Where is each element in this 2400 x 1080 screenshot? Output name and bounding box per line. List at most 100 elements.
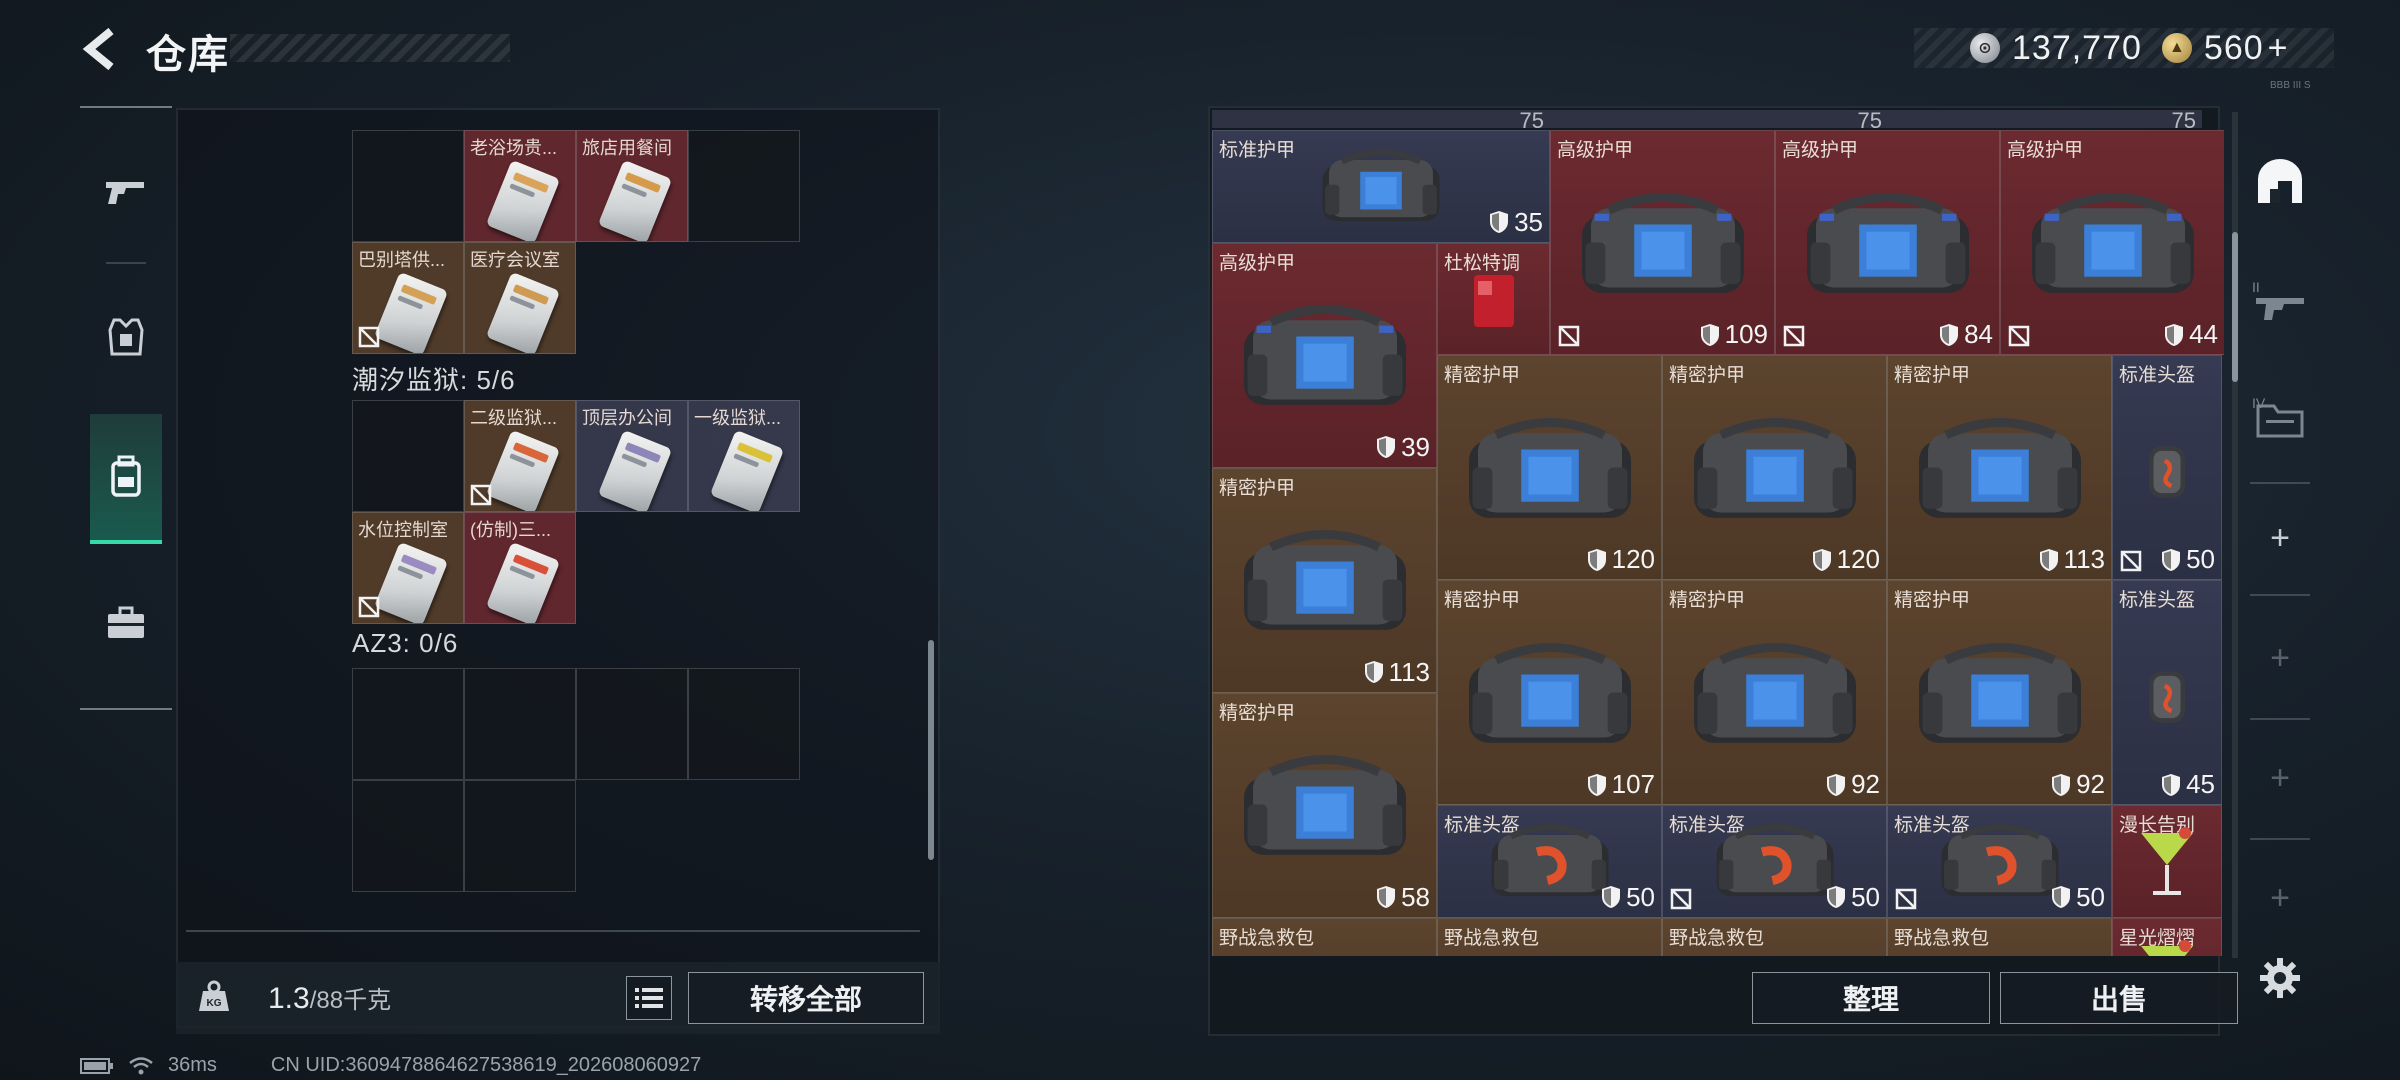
stash-item[interactable]: 杜松特调 xyxy=(1437,242,1550,355)
stash-item[interactable]: 野战急救包 xyxy=(1437,917,1662,956)
silver-coin-icon: ⊙ xyxy=(1970,33,2000,63)
left-panel-scrollbar[interactable] xyxy=(928,640,934,860)
stash-item[interactable]: 标准头盔 50 xyxy=(1662,805,1887,918)
empty-slot[interactable] xyxy=(688,130,800,242)
item-name: 精密护甲 xyxy=(1669,365,1746,386)
category-armor-tab[interactable] xyxy=(90,272,162,402)
stash-item[interactable]: 精密护甲 113 xyxy=(1212,467,1437,693)
durability-shield-icon xyxy=(1602,886,1621,908)
durability-shield-icon xyxy=(1587,773,1606,796)
stash-tab-weapons[interactable]: II xyxy=(2248,268,2312,332)
wifi-icon xyxy=(129,1056,153,1074)
stash-item[interactable]: 标准头盔 45 xyxy=(2112,580,2222,805)
stash-item[interactable]: 标准头盔 50 xyxy=(1437,805,1662,918)
armor-icon xyxy=(1243,305,1406,406)
stash-item[interactable]: 精密护甲 92 xyxy=(1662,580,1887,805)
add-tab-button[interactable]: + xyxy=(2260,638,2300,678)
category-case-tab[interactable] xyxy=(90,558,162,688)
settings-button[interactable] xyxy=(2254,952,2306,1004)
armor-icon xyxy=(1468,643,1631,743)
item-name: 标准头盔 xyxy=(2119,590,2196,611)
keycard-slot[interactable]: 医疗会议室 xyxy=(464,242,576,354)
weapons-shelf-icon: II xyxy=(2252,279,2304,320)
stash-item[interactable]: 标准护甲 35 xyxy=(1212,130,1550,243)
no-insure-icon xyxy=(1558,325,1580,347)
empty-slot[interactable] xyxy=(352,780,464,892)
currency-bar: ⊙ 137,770 ▲ 560 + xyxy=(1914,28,2334,68)
stash-item[interactable]: 野战急救包 xyxy=(1887,917,2112,956)
category-weapons-tab[interactable] xyxy=(90,126,162,256)
item-name: 标准头盔 xyxy=(2119,365,2196,386)
add-tab-button[interactable]: + xyxy=(2260,518,2300,558)
empty-slot[interactable] xyxy=(464,668,576,780)
stash-item[interactable]: 精密护甲 120 xyxy=(1662,355,1887,580)
keycard-slot[interactable]: 一级监狱... xyxy=(688,400,800,512)
armor-icon xyxy=(1941,824,2058,897)
keycard-icon xyxy=(485,159,561,241)
category-backpack-tab[interactable] xyxy=(90,414,162,544)
item-name: 高级护甲 xyxy=(1219,252,1296,274)
stash-item[interactable]: 星光熠熠 xyxy=(2112,917,2222,956)
stash-item[interactable]: 精密护甲 107 xyxy=(1437,580,1662,805)
sort-button[interactable]: 整理 xyxy=(1752,972,1990,1024)
back-arrow-icon xyxy=(82,27,114,71)
add-tab-button[interactable]: + xyxy=(2260,758,2300,798)
keycard-slot[interactable]: (仿制)三... xyxy=(464,512,576,624)
gold-add-button[interactable]: + xyxy=(2268,29,2289,68)
stash-item[interactable]: 精密护甲 120 xyxy=(1437,355,1662,580)
stash-item[interactable]: 高级护甲 109 xyxy=(1550,130,1775,355)
armor-icon xyxy=(1581,193,1744,293)
rail-divider xyxy=(106,262,146,264)
list-view-button[interactable] xyxy=(626,976,672,1020)
item-name: 精密护甲 xyxy=(1219,477,1296,499)
stash-item[interactable]: 精密护甲 113 xyxy=(1887,355,2112,580)
empty-slot[interactable] xyxy=(352,130,464,242)
empty-slot[interactable] xyxy=(352,400,464,512)
keycard-slot[interactable]: 水位控制室 xyxy=(352,512,464,624)
stash-scrollbar[interactable] xyxy=(2232,112,2238,958)
stash-item[interactable]: 精密护甲 58 xyxy=(1212,692,1437,918)
stash-tab-main[interactable] xyxy=(2248,150,2312,214)
folder-icon: IV xyxy=(2252,395,2304,438)
keycard-slot[interactable]: 旅店用餐间 xyxy=(576,130,688,242)
armor-icon xyxy=(1918,418,2081,518)
durability-shield-icon xyxy=(1587,548,1606,571)
keycard-slot[interactable]: 老浴场贵... xyxy=(464,130,576,242)
status-line: 36ms CN UID:3609478864627538619_20260806… xyxy=(80,1054,701,1077)
transfer-all-button[interactable]: 转移全部 xyxy=(688,972,924,1024)
durability-shield-icon xyxy=(1940,323,1959,346)
no-insure-icon xyxy=(2008,325,2030,347)
stash-item[interactable]: 精密护甲 92 xyxy=(1887,580,2112,805)
stash-item[interactable]: 野战急救包 xyxy=(1212,917,1437,956)
stash-scrollbar-thumb[interactable] xyxy=(2232,232,2238,382)
empty-slot[interactable] xyxy=(352,668,464,780)
stash-item[interactable]: 野战急救包 xyxy=(1662,917,1887,956)
keycard-name: 水位控制室 xyxy=(358,520,448,540)
armor-icon xyxy=(2031,193,2194,293)
stash-item[interactable]: 高级护甲 84 xyxy=(1775,130,2000,355)
stash-row-partial[interactable]: 75 75 75 xyxy=(1212,110,2202,128)
item-name: 野战急救包 xyxy=(1669,927,1765,949)
add-tab-button[interactable]: + xyxy=(2260,878,2300,918)
empty-slot[interactable] xyxy=(464,780,576,892)
durability-value: 113 xyxy=(1363,657,1430,688)
keycard-icon xyxy=(485,429,561,511)
keycard-slot[interactable]: 顶层办公间 xyxy=(576,400,688,512)
empty-slot[interactable] xyxy=(688,668,800,780)
armor-icon xyxy=(1716,824,1833,897)
stash-tab-documents[interactable]: IV xyxy=(2248,384,2312,448)
stash-item[interactable]: 高级护甲 44 xyxy=(2000,130,2224,355)
keycard-slot[interactable]: 二级监狱... xyxy=(464,400,576,512)
keycard-name: 一级监狱... xyxy=(694,408,782,428)
back-button[interactable] xyxy=(76,24,126,74)
stash-item[interactable]: 高级护甲 39 xyxy=(1212,242,1437,468)
empty-slot[interactable] xyxy=(576,668,688,780)
sell-button[interactable]: 出售 xyxy=(2000,972,2238,1024)
stash-item[interactable]: 漫长告别 xyxy=(2112,805,2222,918)
stash-item[interactable]: 标准头盔 50 xyxy=(2112,355,2222,580)
stash-grid: 75 75 75 标准护甲 35 高级护甲 109 高级护甲 84 高级护甲 44 高级护甲 39 杜松特… xyxy=(1212,110,2224,956)
armor-icon xyxy=(1243,755,1406,856)
stash-item[interactable]: 标准头盔 50 xyxy=(1887,805,2112,918)
keycard-name: 旅店用餐间 xyxy=(582,138,672,158)
keycard-slot[interactable]: 巴别塔供... xyxy=(352,242,464,354)
